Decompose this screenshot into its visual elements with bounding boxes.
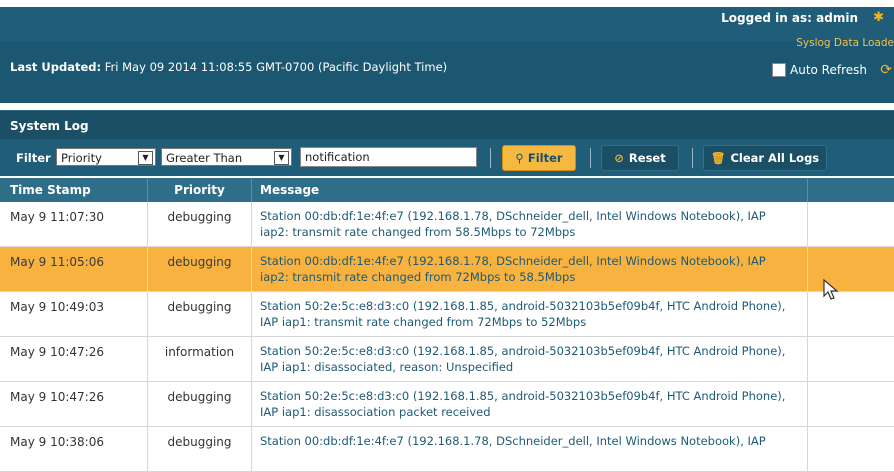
timestamp-cell: May 9 10:47:26 [0, 382, 148, 426]
table-row[interactable]: May 9 10:49:03 debugging Station 50:2e:5… [0, 292, 894, 337]
timestamp-cell: May 9 11:07:30 [0, 202, 148, 246]
refresh-icon[interactable]: ⟳ [880, 62, 892, 78]
message-line: IAP iap1: disassociated, reason: Unspeci… [260, 360, 514, 374]
message-line: Station 00:db:df:1e:4f:e7 (192.168.1.78,… [260, 434, 766, 448]
dropdown-arrow-icon[interactable]: ▼ [138, 151, 153, 165]
message-line: IAP iap1: transmit rate changed from 72M… [260, 315, 587, 329]
timestamp-cell: May 9 10:47:26 [0, 337, 148, 381]
table-row[interactable]: May 9 10:47:26 debugging Station 50:2e:5… [0, 382, 894, 427]
priority-cell: debugging [148, 382, 252, 426]
reset-button[interactable]: ⊘ Reset [601, 145, 679, 171]
table-row[interactable]: May 9 10:38:06 debugging Station 00:db:d… [0, 427, 894, 472]
message-cell: Station 00:db:df:1e:4f:e7 (192.168.1.78,… [252, 427, 808, 471]
filter-button-label: Filter [527, 151, 563, 165]
priority-cell: debugging [148, 292, 252, 336]
priority-cell: debugging [148, 427, 252, 471]
divider [590, 148, 591, 168]
message-line: Station 50:2e:5c:e8:d3:c0 (192.168.1.85,… [260, 299, 786, 313]
filter-bar: Filter Priority ▼ Greater Than ▼ notific… [0, 139, 894, 176]
logged-in-user: Logged in as: admin [721, 11, 858, 25]
search-icon: ⚲ [515, 151, 524, 165]
message-cell: Station 00:db:df:1e:4f:e7 (192.168.1.78,… [252, 247, 808, 291]
empty-cell [808, 247, 894, 291]
table-header: Time Stamp Priority Message [0, 178, 894, 202]
priority-cell: debugging [148, 247, 252, 291]
last-updated: Last Updated: Fri May 09 2014 11:08:55 G… [10, 60, 447, 74]
message-line: IAP iap1: disassociation packet received [260, 405, 491, 419]
empty-cell [808, 427, 894, 471]
table-row-selected[interactable]: May 9 11:05:06 debugging Station 00:db:d… [0, 247, 894, 292]
timestamp-cell: May 9 10:49:03 [0, 292, 148, 336]
table-row[interactable]: May 9 10:47:26 information Station 50:2e… [0, 337, 894, 382]
panel-title: System Log [10, 119, 89, 133]
message-line: Station 50:2e:5c:e8:d3:c0 (192.168.1.85,… [260, 389, 786, 403]
timestamp-cell: May 9 11:05:06 [0, 247, 148, 291]
empty-cell [808, 382, 894, 426]
message-cell: Station 00:db:df:1e:4f:e7 (192.168.1.78,… [252, 202, 808, 246]
message-cell: Station 50:2e:5c:e8:d3:c0 (192.168.1.85,… [252, 337, 808, 381]
column-header-timestamp[interactable]: Time Stamp [0, 178, 148, 202]
message-cell: Station 50:2e:5c:e8:d3:c0 (192.168.1.85,… [252, 292, 808, 336]
last-updated-label: Last Updated: [10, 60, 102, 74]
empty-cell [808, 292, 894, 336]
priority-cell: information [148, 337, 252, 381]
clear-all-logs-button[interactable]: 🗑 Clear All Logs [703, 145, 827, 171]
empty-cell [808, 202, 894, 246]
filter-operator-value: Greater Than [166, 151, 243, 165]
divider [490, 148, 491, 168]
message-line: Station 00:db:df:1e:4f:e7 (192.168.1.78,… [260, 254, 766, 268]
dropdown-arrow-icon[interactable]: ▼ [274, 151, 289, 165]
reset-icon: ⊘ [614, 151, 624, 165]
filter-text-input[interactable]: notification [300, 147, 477, 167]
trash-icon: 🗑 [710, 151, 726, 165]
clear-all-logs-label: Clear All Logs [730, 151, 820, 165]
priority-cell: debugging [148, 202, 252, 246]
filter-label: Filter [16, 151, 51, 165]
syslog-data-loader-link[interactable]: Syslog Data Loade [796, 37, 894, 49]
filter-operator-select[interactable]: Greater Than ▼ [161, 148, 292, 166]
header-top-band: Logged in as: admin ✱ [0, 7, 894, 41]
empty-cell [808, 337, 894, 381]
message-line: Station 00:db:df:1e:4f:e7 (192.168.1.78,… [260, 209, 766, 223]
table-row[interactable]: May 9 11:07:30 debugging Station 00:db:d… [0, 202, 894, 247]
filter-field-select[interactable]: Priority ▼ [56, 148, 156, 166]
column-header-message[interactable]: Message [252, 178, 808, 202]
reset-button-label: Reset [628, 151, 666, 165]
message-line: iap2: transmit rate changed from 58.5Mbp… [260, 225, 576, 239]
column-header-empty [808, 178, 894, 202]
column-header-priority[interactable]: Priority [148, 178, 252, 202]
auto-refresh-checkbox[interactable] [772, 63, 786, 77]
message-line: iap2: transmit rate changed from 72Mbps … [260, 270, 576, 284]
top-strip [0, 0, 894, 7]
system-log-panel-header: System Log [0, 110, 894, 140]
filter-button[interactable]: ⚲ Filter [502, 145, 576, 171]
last-updated-value: Fri May 09 2014 11:08:55 GMT-0700 (Pacif… [104, 60, 448, 74]
message-cell: Station 50:2e:5c:e8:d3:c0 (192.168.1.85,… [252, 382, 808, 426]
divider [692, 148, 693, 168]
gear-icon[interactable]: ✱ [873, 10, 884, 25]
filter-field-value: Priority [61, 151, 102, 165]
auto-refresh-toggle[interactable]: Auto Refresh [772, 63, 867, 77]
mouse-pointer-icon [823, 279, 839, 300]
timestamp-cell: May 9 10:38:06 [0, 427, 148, 471]
auto-refresh-label: Auto Refresh [790, 63, 867, 77]
app-header: Logged in as: admin ✱ Syslog Data Loade … [0, 7, 894, 103]
message-line: Station 50:2e:5c:e8:d3:c0 (192.168.1.85,… [260, 344, 786, 358]
